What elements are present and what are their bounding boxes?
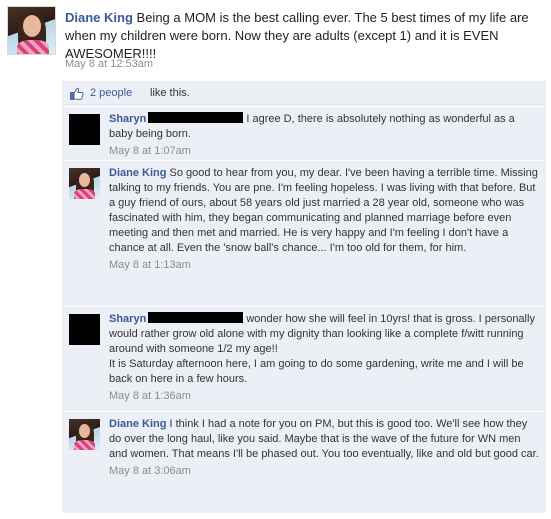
redaction-bar [148,312,244,323]
redacted-avatar[interactable] [69,114,100,145]
comment-text: So good to hear from you, my dear. I've … [109,167,538,254]
post-message: Being a MOM is the best calling ever. Th… [65,10,529,61]
comment-body: Sharyn wonder how she will feel in 10yrs… [109,312,539,404]
comment-author-link[interactable]: Diane King [109,167,166,179]
post-author-link[interactable]: Diane King [65,10,133,25]
diane-king-avatar[interactable] [69,419,100,450]
comment-text: I think I had a note for you on PM, but … [109,418,539,460]
comment-item: Sharyn wonder how she will feel in 10yrs… [62,306,546,409]
likes-count-link[interactable]: 2 people [90,87,132,99]
comment-item: Diane King I think I had a note for you … [62,411,546,511]
comment-timestamp[interactable]: May 8 at 3:06am [109,464,539,479]
comment-item: Sharyn I agree D, there is absolutely no… [62,106,546,158]
comment-timestamp[interactable]: May 8 at 1:13am [109,258,539,273]
post-timestamp[interactable]: May 8 at 12:53am [65,58,153,70]
redacted-avatar[interactable] [69,314,100,345]
comment-author-link[interactable]: Sharyn [109,313,146,325]
redaction-bar [148,112,244,123]
comment-timestamp[interactable]: May 8 at 1:36am [109,389,539,404]
post-body: Diane King Being a MOM is the best calli… [65,9,545,63]
comment-body: Sharyn I agree D, there is absolutely no… [109,112,539,159]
likes-row: 2 people like this. [62,81,546,105]
comments-section: 2 people like this. Sharyn I agree D, th… [62,81,546,513]
author-avatar[interactable] [7,6,56,55]
likes-label: like this. [150,87,190,99]
comment-author-link[interactable]: Diane King [109,418,166,430]
comment-body: Diane King I think I had a note for you … [109,417,539,479]
comment-timestamp[interactable]: May 8 at 1:07am [109,144,539,159]
diane-king-avatar[interactable] [69,168,100,199]
comment-item: Diane King So good to hear from you, my … [62,160,546,305]
comment-body: Diane King So good to hear from you, my … [109,166,539,273]
comment-author-link[interactable]: Sharyn [109,113,146,125]
thumbs-up-icon [70,87,84,100]
comment-text-continued: It is Saturday afternoon here, I am goin… [109,358,524,385]
